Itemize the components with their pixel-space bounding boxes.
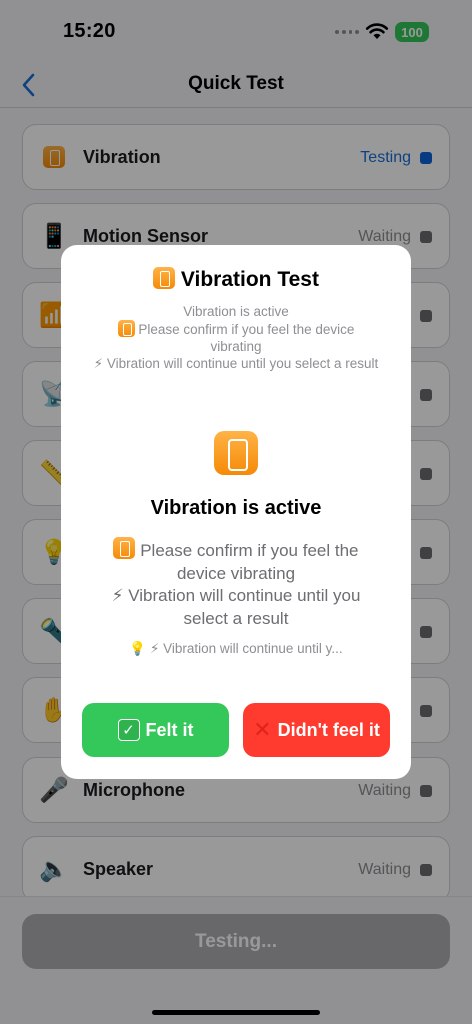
felt-it-button[interactable]: ✓ Felt it: [82, 703, 229, 757]
dialog-title-text: Vibration Test: [180, 268, 319, 291]
status-body: Please confirm if you feel the device vi…: [91, 537, 381, 630]
message-line: Please confirm if you feel the device vi…: [91, 320, 381, 355]
felt-it-label: Felt it: [145, 719, 194, 740]
dialog-message: Vibration is active Please confirm if yo…: [91, 303, 381, 372]
vibration-icon: [113, 537, 136, 559]
cross-icon: ✕: [253, 717, 272, 742]
vibration-icon: [117, 320, 135, 337]
didnt-feel-it-label: Didn't feel it: [277, 719, 380, 740]
dialog-title: Vibration Test: [61, 267, 411, 292]
hint-text: 💡 ⚡ Vibration will continue until y...: [129, 641, 343, 656]
vibration-icon: [153, 267, 176, 289]
status-heading: Vibration is active: [150, 497, 322, 519]
message-line: Vibration is active: [183, 304, 289, 319]
vibration-test-dialog: Vibration Test Vibration is active Pleas…: [61, 245, 411, 779]
message-line: ⚡ Vibration will continue until you sele…: [93, 356, 379, 371]
body-line: ⚡ Vibration will continue until you sele…: [111, 586, 361, 628]
didnt-feel-it-button[interactable]: ✕ Didn't feel it: [243, 703, 390, 757]
body-line: Please confirm if you feel the device vi…: [91, 537, 381, 585]
vibration-large-icon: [214, 431, 258, 475]
home-indicator: [152, 1010, 320, 1015]
check-icon: ✓: [117, 719, 140, 741]
